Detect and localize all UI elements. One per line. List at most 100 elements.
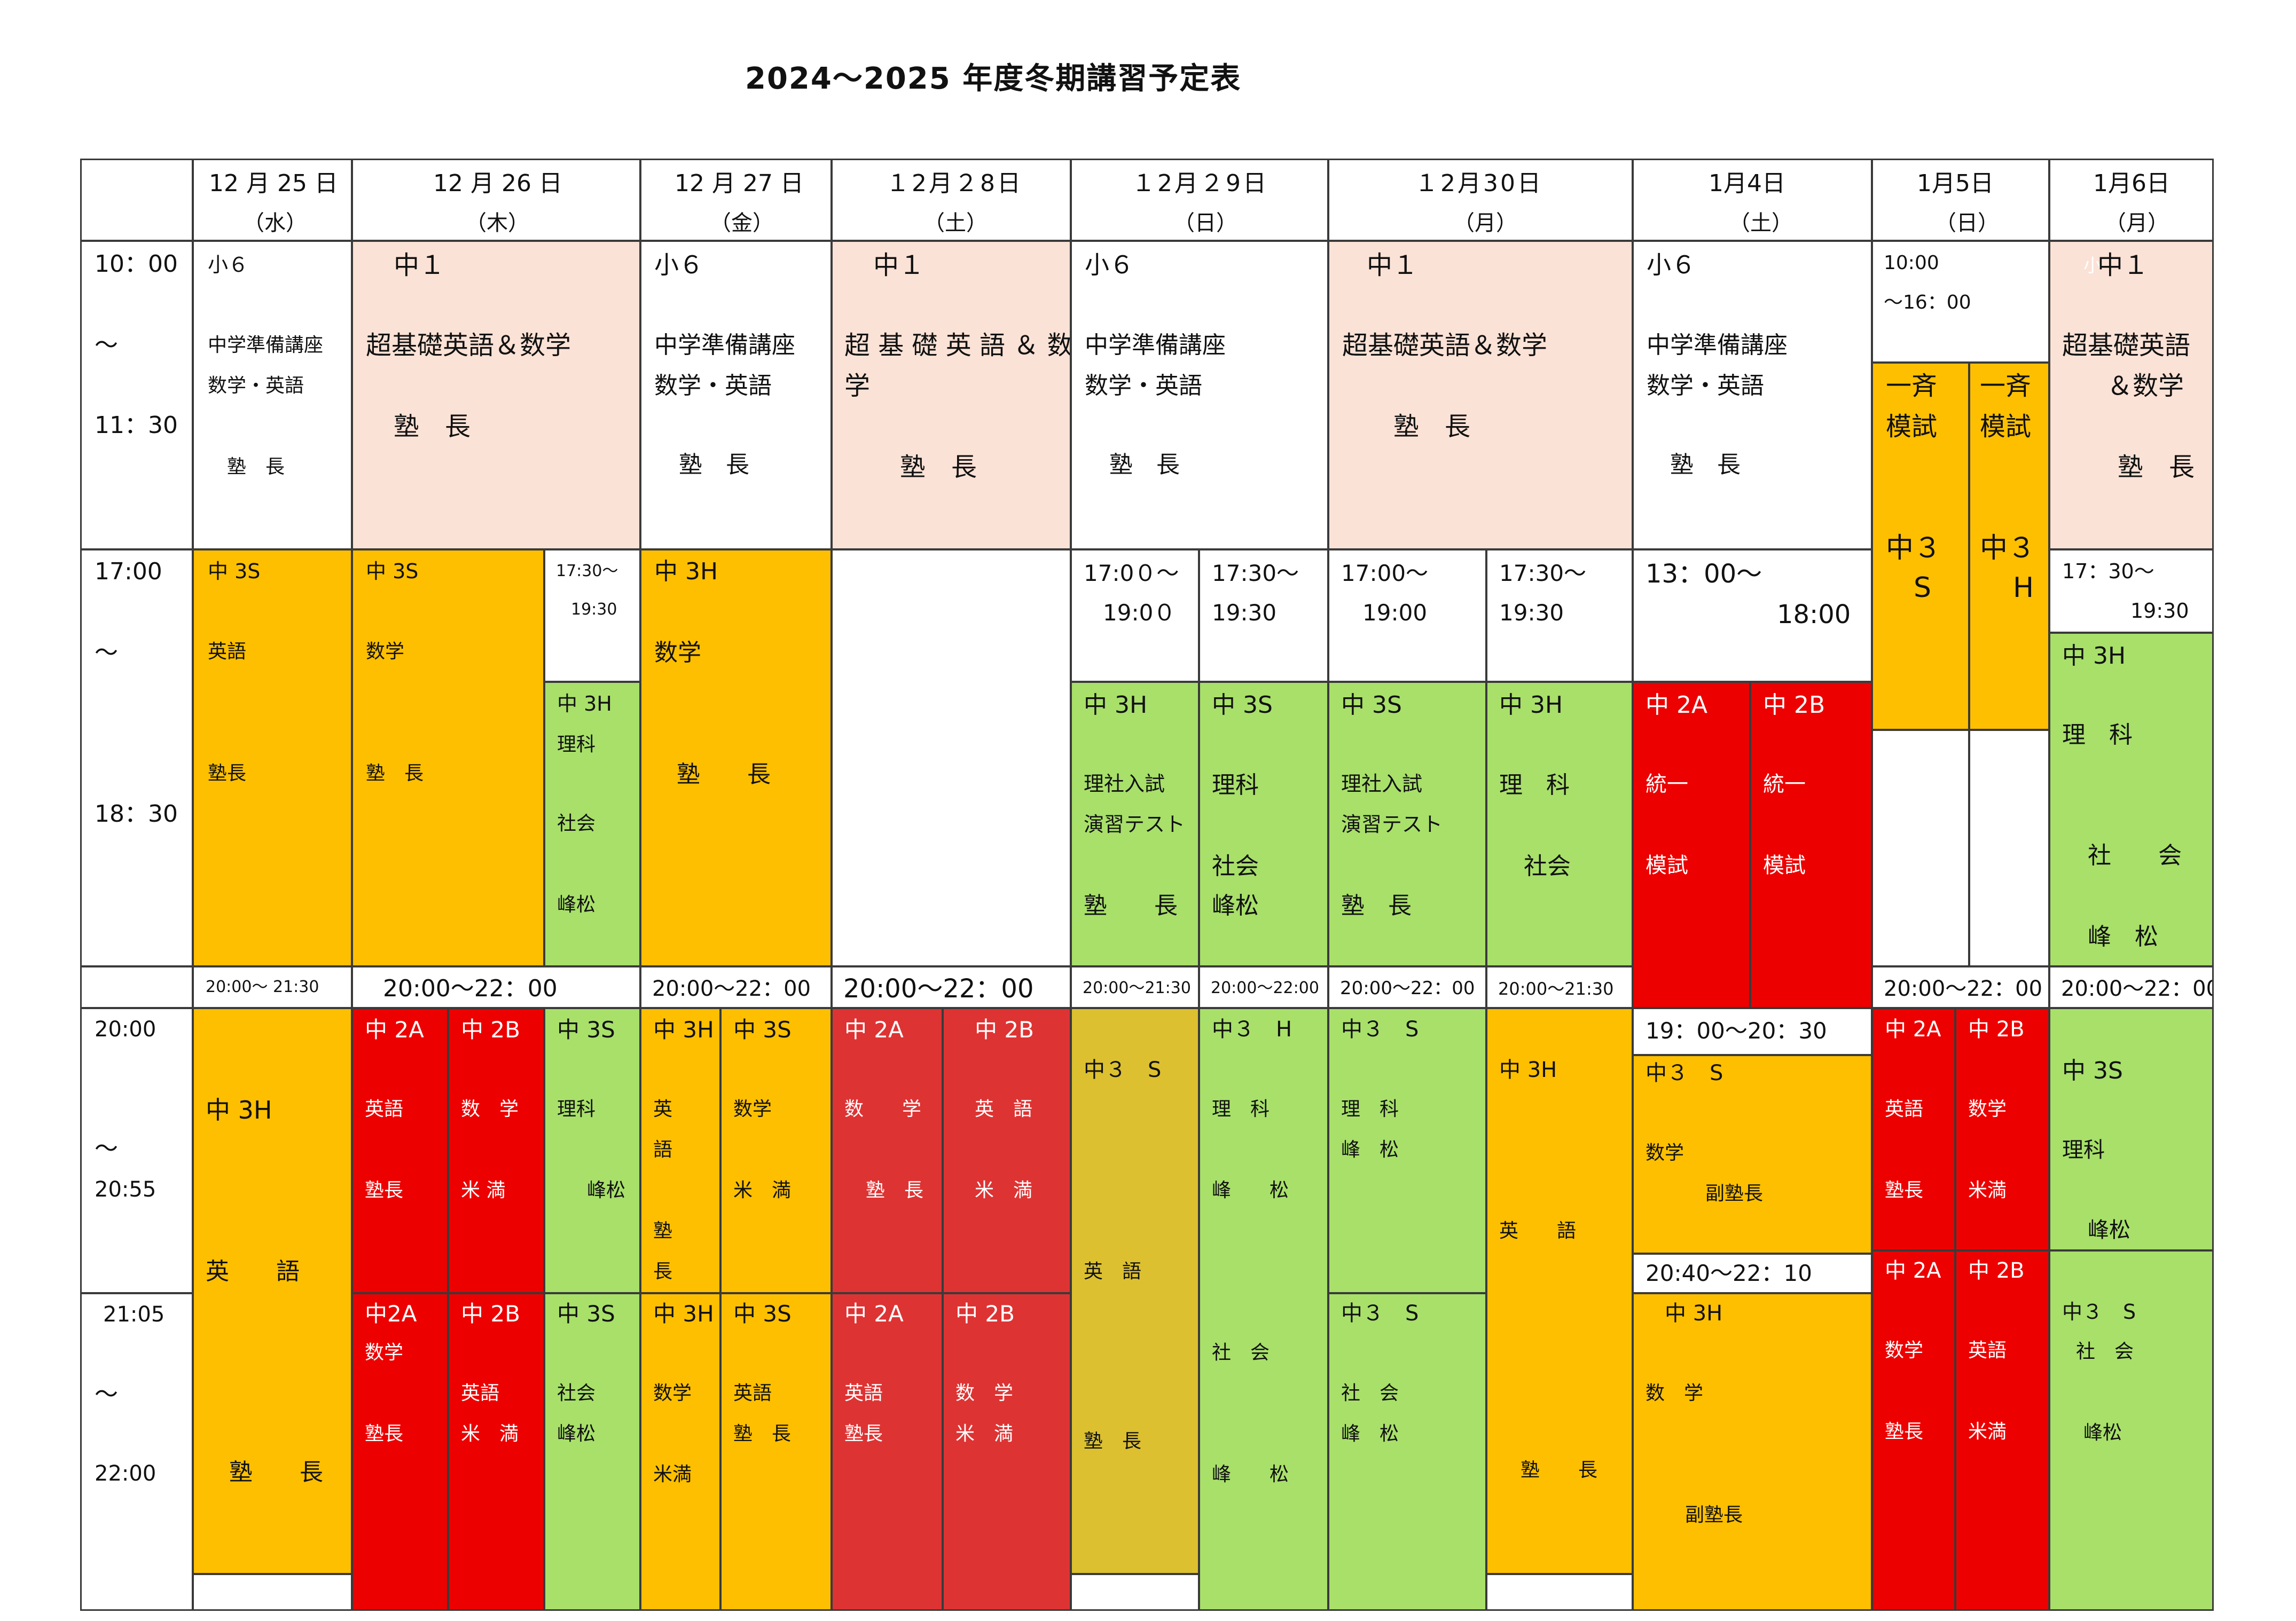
class-block: 中 2A 統一 模試 (1632, 681, 1751, 1009)
class-block: 中３ H 理 科 峰 松 社 会 峰 松 (1198, 1008, 1329, 1611)
time-label: 20:00～21:30 (1070, 966, 1200, 1009)
class-subject: 数学 (654, 639, 701, 666)
class-teacher: 塾長 (208, 762, 247, 784)
class-grade: 中 2A (844, 1301, 904, 1327)
class-teacher: 塾 長 (900, 452, 977, 482)
class-teacher: 米 満 (975, 1179, 1033, 1201)
time-text: 20:40～22：10 (1645, 1260, 1812, 1286)
time-note: 17:0０～ 19:0０ (1070, 549, 1200, 682)
time-text: 20:00～22：00 (383, 975, 558, 1002)
class-block: 中 3S 理科 峰松 (2049, 1008, 2214, 1251)
class-grade: 中 2B (1968, 1017, 2025, 1042)
class-teacher: 塾長 (1885, 1179, 1924, 1201)
class-grade: 中 3H (653, 1301, 714, 1327)
class-teacher: 米 満 (461, 1179, 506, 1201)
class-teacher: 峰 松 (1341, 1139, 1399, 1161)
schedule-page: { "title": "2024～2025 年度冬期講習予定表", "heade… (0, 0, 2296, 1621)
class-grade: 中 3S (366, 560, 419, 583)
class-subject: 数学・英語 (1085, 372, 1202, 399)
empty-slot (1969, 729, 2050, 967)
class-grade: 中３ S (2062, 1300, 2136, 1324)
header-cell-dec25: 12 月 25 日 （水） (192, 159, 352, 241)
class-block: 中１ 超基礎英語＆数学 塾 長 (351, 240, 641, 550)
header-date: １2月30日 (1415, 170, 1543, 197)
class-subject: 英語 (365, 1098, 404, 1120)
class-subject: 演習テスト (1341, 813, 1443, 836)
class-subject: 数 学 (461, 1098, 519, 1120)
header-weekday: （金） (710, 211, 774, 235)
class-block: 中 2B 英 語 米 満 (942, 1008, 1071, 1294)
class-block: 一斉 模試 中３ S (1871, 362, 1970, 730)
class-grade: 中１ (2097, 250, 2149, 280)
time-text: 17:30～ (1212, 560, 1299, 586)
class-teacher: 米 満 (733, 1179, 792, 1201)
class-grade: 中 3H (557, 692, 612, 715)
time-cell-evening: 17:00 ～ 18：30 (80, 549, 193, 967)
time-text: 19:30 (1499, 600, 1564, 626)
class-grade: 中 2B (975, 1017, 1034, 1043)
class-block: 中 3S 数学 米 満 (720, 1008, 832, 1294)
class-subject: 中学準備講座 (1085, 332, 1226, 359)
class-teacher: 塾 長 (733, 1423, 792, 1445)
header-cell-dec29: １2月２9日 （日） (1070, 159, 1329, 241)
class-block: 小６ 中学準備講座 数学・英語 塾 長 (1070, 240, 1329, 550)
class-block: 小 中１ 超基礎英語 ＆数学 塾 長 (2049, 240, 2214, 550)
class-subject: 数学 (1645, 1142, 1684, 1164)
class-block: 小６ 中学準備講座 数学・英語 塾 長 (1632, 240, 1872, 550)
time-start: 20:00 (95, 1017, 156, 1042)
empty-slot (1871, 729, 1970, 967)
class-block: 中 2B 数 学 米 満 (448, 1008, 545, 1294)
class-teacher: 塾 長 (229, 1459, 323, 1486)
class-subject: 英 語 (206, 1258, 300, 1285)
class-teacher: 塾 (653, 1220, 673, 1242)
class-grade: 中 2A (1885, 1258, 1941, 1283)
class-teacher: 峰松 (2088, 1218, 2130, 1242)
class-teacher: 塾 長 (394, 412, 471, 442)
time-end: 20:55 (95, 1177, 156, 1202)
time-label: 20:00～22：00 (1328, 966, 1487, 1009)
time-label: 20:00～22：00 (351, 966, 641, 1009)
time-cell-night2: 21:05 ～ 22:00 (80, 1293, 193, 1611)
time-text: 20:00～22：00 (1884, 977, 2043, 1001)
class-subject: 超 基 礎 英 語 ＆ 数 (844, 331, 1071, 360)
page-title: 2024～2025 年度冬期講習予定表 (745, 61, 1242, 96)
class-subject: 社会 (557, 1382, 596, 1404)
time-tilde: ～ (95, 1135, 118, 1162)
time-text: 20:00～22：00 (1340, 978, 1475, 999)
time-text: 19：00～20：30 (1645, 1018, 1827, 1044)
class-block: 中 3H 英 語 塾 長 (192, 1008, 352, 1575)
class-teacher: 塾 長 (866, 1179, 924, 1201)
class-subject: 超基礎英語＆数学 (1342, 331, 1548, 360)
time-start: 10：00 (95, 250, 178, 278)
class-subject: 理 科 (1499, 772, 1570, 799)
class-subject: 数学・英語 (208, 375, 304, 397)
class-subject: 模試 (1645, 853, 1688, 878)
time-text: 17:00～ (1341, 560, 1429, 586)
time-tilde: ～ (95, 332, 118, 359)
class-grade: 中 2B (1968, 1258, 2025, 1283)
class-grade: 小６ (208, 253, 249, 277)
time-note: 17:30～ 19:30 (544, 549, 641, 682)
class-grade: 中 3S (1341, 691, 1402, 719)
class-subject: 理社入試 (1084, 772, 1165, 796)
class-block: 中 2A 数 学 塾 長 (831, 1008, 943, 1294)
class-block: 中 3S 理社入試 演習テスト 塾 長 (1328, 681, 1487, 967)
class-grade: 中 2B (461, 1017, 520, 1043)
class-subject: 語 (653, 1139, 673, 1161)
header-weekday: （月） (2105, 211, 2169, 235)
header-weekday: （土） (1729, 211, 1793, 235)
class-subject: 英 語 (1499, 1220, 1577, 1242)
class-grade: 中 3S (1212, 691, 1273, 719)
time-label: 20:00～21:30 (1486, 966, 1633, 1009)
class-block: 中３ S 社 会 峰松 (2049, 1250, 2214, 1611)
class-teacher: 塾 長 (679, 451, 749, 478)
class-teacher: 塾長 (365, 1179, 404, 1201)
time-label: 20:40～22：10 (1632, 1253, 1872, 1294)
class-block: 中2A 数学 塾長 (351, 1293, 449, 1611)
time-text: 17：30～ (2062, 560, 2154, 583)
class-subject: 数学 (733, 1098, 772, 1120)
time-text: 20:00～22：00 (652, 977, 811, 1001)
time-start: 21:05 (103, 1302, 165, 1327)
class-subject: 一斉 (1886, 371, 1938, 401)
time-note: 13：00～ 18:00 (1632, 549, 1872, 682)
